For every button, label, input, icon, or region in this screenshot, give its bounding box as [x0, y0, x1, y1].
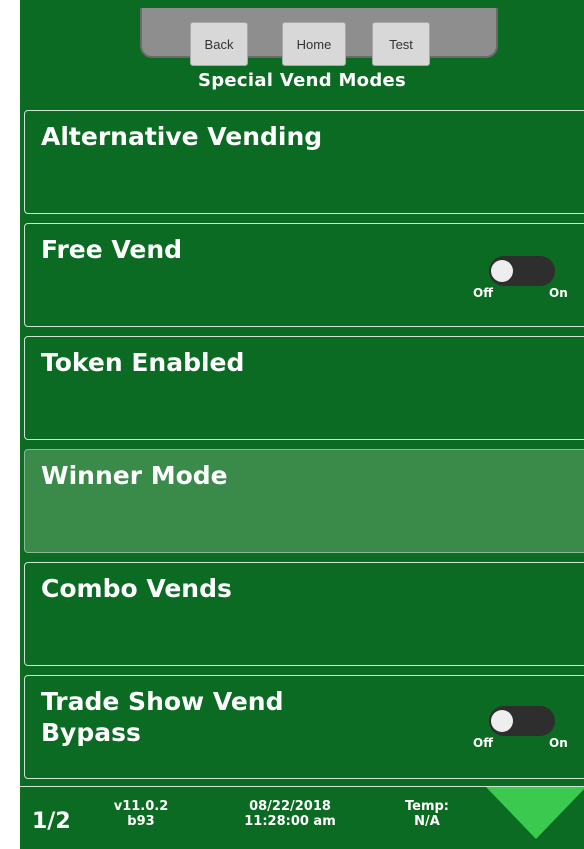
menu-item-trade-show-vend-bypass[interactable]: Trade Show Vend Bypass Off On: [24, 675, 584, 779]
menu-item-label: Trade Show Vend Bypass: [41, 687, 284, 747]
menu-item-winner-mode[interactable]: Winner Mode: [24, 449, 584, 553]
menu-item-label: Winner Mode: [41, 461, 228, 490]
menu-item-alternative-vending[interactable]: Alternative Vending: [24, 110, 584, 214]
next-page-arrow-icon[interactable]: [486, 787, 584, 839]
test-button[interactable]: Test: [372, 22, 430, 66]
toggle-on-label: On: [549, 286, 568, 300]
page-indicator: 1/2: [32, 809, 71, 834]
back-button[interactable]: Back: [190, 22, 248, 66]
menu-item-token-enabled[interactable]: Token Enabled: [24, 336, 584, 440]
free-vend-toggle[interactable]: Off On: [465, 256, 575, 304]
build-number: b93: [127, 814, 155, 829]
page-title: Special Vend Modes: [197, 70, 407, 91]
temp-label: Temp:: [404, 799, 449, 814]
status-footer: 1/2 v11.0.2 b93 08/22/2018 11:28:00 am T…: [20, 786, 584, 849]
screen: Back Home Test Special Vend Modes Altern…: [20, 0, 584, 849]
menu-item-label: Token Enabled: [41, 348, 245, 377]
home-button[interactable]: Home: [282, 22, 346, 66]
temp-value: N/A: [414, 814, 440, 829]
menu-item-combo-vends[interactable]: Combo Vends: [24, 562, 584, 666]
menu-item-label: Combo Vends: [41, 574, 232, 603]
menu-item-label: Alternative Vending: [41, 122, 323, 151]
version-info: v11.0.2 b93: [106, 799, 176, 829]
toggle-knob: [491, 260, 513, 282]
version-number: v11.0.2: [113, 799, 169, 814]
time-text: 11:28:00 am: [244, 814, 336, 829]
date-text: 08/22/2018: [249, 799, 331, 814]
toggle-on-label: On: [549, 736, 568, 750]
toggle-knob: [491, 710, 513, 732]
date-time: 08/22/2018 11:28:00 am: [230, 799, 350, 829]
temperature: Temp: N/A: [392, 799, 462, 829]
toggle-off-label: Off: [473, 286, 493, 300]
menu-item-label: Free Vend: [41, 235, 183, 264]
toggle-off-label: Off: [473, 736, 493, 750]
trade-show-vend-bypass-toggle[interactable]: Off On: [465, 706, 575, 754]
menu-item-free-vend[interactable]: Free Vend Off On: [24, 223, 584, 327]
